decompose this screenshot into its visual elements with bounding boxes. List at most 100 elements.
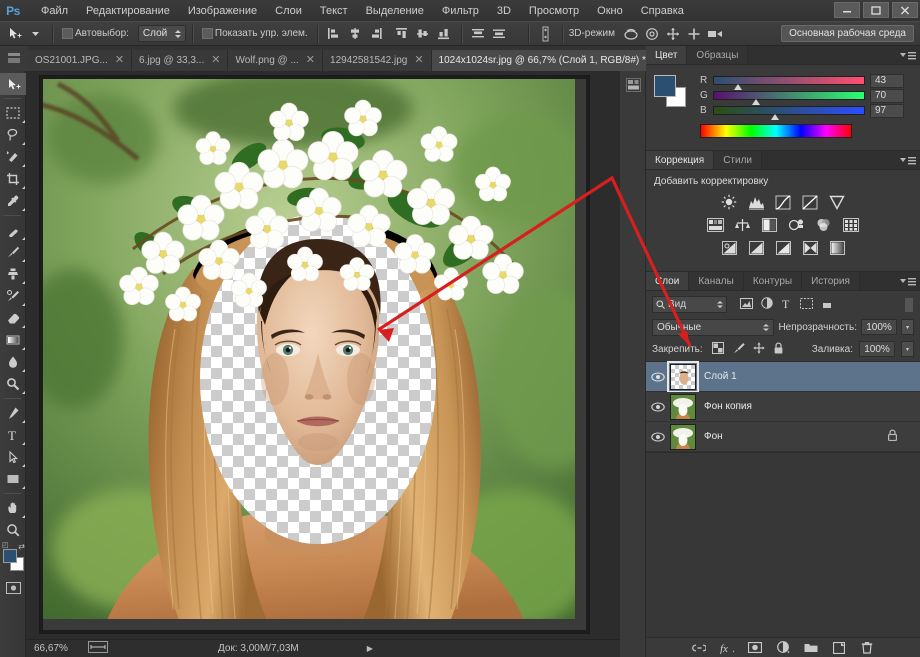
layer-name[interactable]: Слой 1 — [704, 371, 737, 382]
filter-smart-object-icon[interactable] — [821, 297, 833, 312]
minimize-button[interactable] — [834, 2, 860, 18]
history-brush-tool[interactable] — [0, 285, 26, 307]
tab-styles[interactable]: Стили — [714, 151, 762, 169]
show-transform-checkbox[interactable] — [202, 28, 213, 39]
layer-filter-dropdown[interactable]: Вид — [652, 296, 727, 313]
blue-value-field[interactable]: 97 — [870, 104, 904, 118]
rotate-3d-icon[interactable] — [623, 26, 640, 41]
tab-channels[interactable]: Каналы — [689, 272, 744, 290]
gradient-map-icon[interactable] — [828, 240, 847, 256]
lasso-tool[interactable] — [0, 124, 26, 146]
layer-thumbnail[interactable] — [670, 424, 696, 450]
eyedropper-tool[interactable] — [0, 190, 26, 212]
blue-slider-track[interactable] — [713, 106, 865, 115]
auto-select-group[interactable]: Автовыбор: — [59, 28, 132, 39]
tab-layers[interactable]: Слои — [646, 272, 689, 290]
swap-colors-icon[interactable]: ⇄ — [18, 542, 25, 551]
gradient-tool[interactable] — [0, 329, 26, 351]
filter-pixel-icon[interactable] — [740, 298, 753, 312]
distribute-vertical-center-icon[interactable] — [491, 26, 508, 41]
lock-transparent-pixels-icon[interactable] — [712, 342, 724, 357]
eraser-tool[interactable] — [0, 307, 26, 329]
document-tab-2[interactable]: 6.jpg @ 33,3... ✕ — [132, 50, 228, 71]
blue-slider-thumb[interactable] — [771, 114, 779, 120]
color-panel-swatches[interactable] — [654, 75, 686, 107]
menu-3d[interactable]: 3D — [488, 2, 520, 20]
document-tab-5-active[interactable]: 1024x1024sr.jpg @ 66,7% (Слой 1, RGB/8#)… — [432, 50, 671, 71]
vibrance-icon[interactable] — [828, 194, 847, 210]
layer-visibility-toggle[interactable] — [646, 402, 670, 412]
color-panel-foreground-swatch[interactable] — [654, 75, 676, 97]
menu-view[interactable]: Просмотр — [520, 2, 588, 20]
menu-text[interactable]: Текст — [311, 2, 357, 20]
opacity-value-field[interactable]: 100% — [861, 319, 897, 335]
document-tab-1[interactable]: OS21001.JPG... ✕ — [28, 50, 132, 71]
clone-stamp-tool[interactable] — [0, 263, 26, 285]
document-tab-3[interactable]: Wolf.png @ ... ✕ — [228, 50, 323, 71]
move-tool[interactable] — [0, 73, 26, 95]
filter-shape-icon[interactable] — [800, 298, 813, 312]
layer-mask-icon[interactable] — [748, 641, 762, 655]
hue-saturation-icon[interactable] — [706, 217, 725, 233]
show-transform-controls-group[interactable]: Показать упр. элем. — [199, 28, 311, 39]
green-value-field[interactable]: 70 — [870, 89, 904, 103]
green-slider-thumb[interactable] — [752, 99, 760, 105]
pan-3d-icon[interactable] — [665, 26, 682, 41]
curves-icon[interactable] — [774, 194, 793, 210]
pen-tool[interactable] — [0, 402, 26, 424]
quick-selection-tool[interactable] — [0, 146, 26, 168]
tab-adjustments[interactable]: Коррекция — [646, 151, 714, 169]
color-spectrum-ramp[interactable] — [700, 124, 852, 138]
color-lookup-icon[interactable] — [841, 217, 860, 233]
red-slider-track[interactable] — [713, 76, 865, 85]
3d-axis-widget-icon[interactable] — [537, 26, 554, 41]
tab-close-icon[interactable]: ✕ — [211, 55, 220, 66]
color-balance-icon[interactable] — [733, 217, 752, 233]
scale-3d-icon[interactable] — [707, 26, 724, 41]
tab-color[interactable]: Цвет — [646, 46, 687, 64]
image-canvas[interactable] — [43, 79, 586, 630]
lock-all-icon[interactable] — [773, 342, 784, 357]
slide-3d-icon[interactable] — [686, 26, 703, 41]
close-button[interactable] — [892, 2, 918, 18]
levels-icon[interactable] — [747, 194, 766, 210]
layers-panel-menu-icon[interactable] — [900, 276, 916, 286]
zoom-level-field[interactable]: 66,67% — [34, 643, 78, 654]
filter-type-icon[interactable]: T — [781, 297, 792, 312]
lock-image-pixels-icon[interactable] — [732, 342, 745, 357]
fill-value-field[interactable]: 100% — [859, 341, 895, 357]
zoom-tool[interactable] — [0, 519, 26, 541]
opacity-dropdown-arrow[interactable]: ▾ — [901, 319, 914, 335]
mini-bridge-icon[interactable] — [620, 71, 646, 99]
canvas-vertical-scrollbar[interactable] — [575, 79, 586, 630]
new-adjustment-layer-icon[interactable] — [776, 641, 790, 655]
current-tool-icon[interactable] — [4, 26, 25, 41]
exposure-icon[interactable] — [801, 194, 820, 210]
layer-row-2[interactable]: Фон — [646, 422, 920, 452]
distribute-top-icon[interactable] — [470, 26, 487, 41]
menu-window[interactable]: Окно — [588, 2, 632, 20]
path-selection-tool[interactable] — [0, 446, 26, 468]
layer-row-0[interactable]: Слой 1 — [646, 362, 920, 392]
layer-style-fx-icon[interactable]: fx — [720, 641, 734, 655]
tab-history[interactable]: История — [802, 272, 860, 290]
layer-visibility-toggle[interactable] — [646, 372, 670, 382]
blur-tool[interactable] — [0, 351, 26, 373]
tab-close-icon[interactable]: ✕ — [414, 55, 423, 66]
filter-adjustment-icon[interactable] — [761, 297, 773, 312]
menu-image[interactable]: Изображение — [179, 2, 266, 20]
color-panel-menu-icon[interactable] — [900, 50, 916, 60]
black-white-picker[interactable] — [851, 124, 870, 138]
color-swatches[interactable]: ◰ ⇄ — [0, 545, 26, 575]
hand-tool[interactable] — [0, 497, 26, 519]
layer-filter-toggle[interactable] — [904, 297, 914, 313]
align-left-edges-icon[interactable] — [326, 26, 343, 41]
align-vertical-centers-icon[interactable] — [415, 26, 432, 41]
green-slider-track[interactable] — [713, 91, 865, 100]
type-tool[interactable]: T — [0, 424, 26, 446]
new-group-icon[interactable] — [804, 641, 818, 655]
selective-color-icon[interactable] — [801, 240, 820, 256]
new-layer-icon[interactable] — [832, 641, 846, 655]
rectangle-shape-tool[interactable] — [0, 468, 26, 490]
tab-paths[interactable]: Контуры — [744, 272, 802, 290]
